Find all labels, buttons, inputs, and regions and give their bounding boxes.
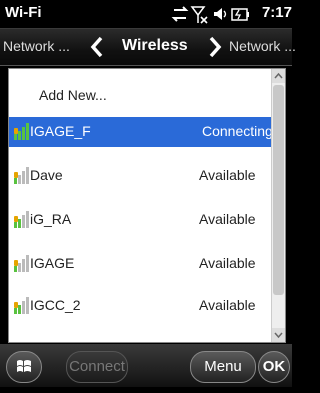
network-status: Available <box>199 255 256 271</box>
list-item[interactable]: Dave Available <box>9 161 271 191</box>
secured-signal-icon <box>14 211 29 228</box>
network-status: Available <box>199 297 256 313</box>
data-sync-icon <box>171 6 189 22</box>
network-name: IGCC_2 <box>30 297 81 313</box>
network-list: Add New... IGAGE_F Connecting Dave Avail… <box>8 68 286 343</box>
clock: 7:17 <box>261 4 292 21</box>
secured-signal-icon <box>14 255 29 272</box>
list-item[interactable]: IGCC_2 Available <box>9 291 271 321</box>
ok-button[interactable]: OK <box>258 351 290 383</box>
signal-off-icon <box>190 6 208 24</box>
tab-prev-network[interactable]: Network ... <box>3 38 70 54</box>
battery-icon <box>231 8 249 21</box>
list-item[interactable]: iG_RA Available <box>9 205 271 235</box>
connect-button[interactable]: Connect <box>66 351 128 383</box>
chevron-down-icon <box>274 332 283 339</box>
status-bar: Wi-Fi 7:17 <box>0 0 292 28</box>
secured-signal-icon <box>14 167 29 184</box>
network-name: Dave <box>30 167 63 183</box>
secured-signal-icon <box>14 123 29 140</box>
network-name: IGAGE_F <box>30 123 91 139</box>
nav-bar: Network ... Wireless Network ... <box>0 28 296 66</box>
list-item[interactable]: IGAGE_F Connecting <box>9 117 273 147</box>
volume-icon <box>214 8 227 20</box>
scrollbar[interactable] <box>271 69 285 342</box>
network-status: Available <box>199 167 256 183</box>
add-new-label: Add New... <box>39 87 107 103</box>
scroll-up-button[interactable] <box>272 69 285 83</box>
network-status: Available <box>199 211 256 227</box>
add-new-item[interactable]: Add New... <box>9 81 271 111</box>
start-button[interactable] <box>6 351 42 383</box>
chevron-right-icon[interactable] <box>206 35 224 59</box>
tab-next-network[interactable]: Network ... <box>229 38 296 54</box>
page-title: Wireless <box>122 37 188 54</box>
scroll-thumb[interactable] <box>273 85 284 295</box>
menu-button[interactable]: Menu <box>190 351 256 383</box>
network-name: iG_RA <box>30 211 72 227</box>
secured-signal-icon <box>14 297 29 314</box>
network-status: Connecting <box>202 123 273 139</box>
list-item-partial[interactable] <box>9 331 271 343</box>
scroll-down-button[interactable] <box>272 328 285 342</box>
chevron-up-icon <box>274 72 283 79</box>
app-title: Wi-Fi <box>5 4 42 21</box>
list-item[interactable]: IGAGE Available <box>9 249 271 279</box>
windows-logo-icon <box>17 360 31 372</box>
chevron-left-icon[interactable] <box>88 35 106 59</box>
softkey-bar: Connect Menu OK <box>0 344 292 387</box>
network-name: IGAGE <box>30 255 75 271</box>
secured-signal-icon <box>14 335 30 343</box>
